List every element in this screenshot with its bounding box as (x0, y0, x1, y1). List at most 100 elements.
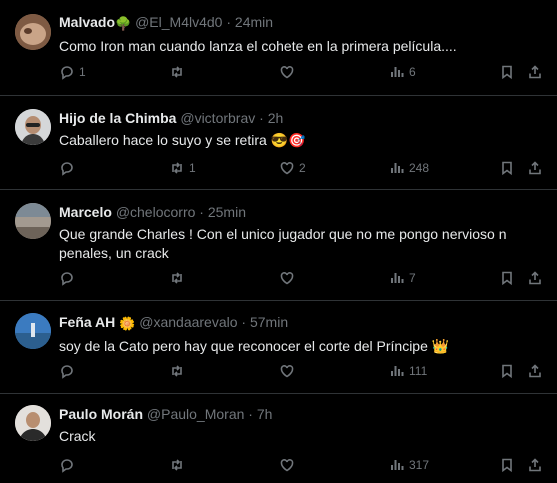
like-button[interactable] (279, 457, 299, 473)
separator-dot: · (241, 314, 247, 330)
views-button[interactable]: 248 (389, 160, 429, 176)
avatar[interactable] (15, 109, 51, 145)
tweet-text: Caballero hace lo suyo y se retira 😎🎯 (59, 132, 306, 148)
bookmark-button[interactable] (499, 457, 515, 473)
views-icon (391, 366, 404, 376)
share-icon (529, 271, 541, 285)
tweet[interactable]: Paulo Morán @Paulo_Moran · 7h Crack 317 (0, 394, 557, 483)
bookmark-button[interactable] (499, 160, 515, 176)
retweet-icon (172, 365, 182, 377)
tweet-text: soy de la Cato pero hay que reconocer el… (59, 338, 450, 354)
view-count: 7 (409, 271, 416, 285)
retweet-icon (172, 272, 182, 284)
heart-icon (280, 272, 294, 285)
share-button[interactable] (527, 457, 543, 473)
share-button[interactable] (527, 64, 543, 80)
tweet[interactable]: Marcelo @chelocorro · 25min Que grande C… (0, 190, 557, 301)
bookmark-icon (502, 458, 512, 473)
heart-icon (280, 365, 294, 378)
retweet-count: 1 (189, 161, 196, 175)
share-button[interactable] (527, 160, 543, 176)
view-count: 317 (409, 458, 430, 472)
reply-icon (61, 272, 73, 286)
reply-button[interactable] (59, 160, 79, 176)
avatar[interactable] (15, 203, 51, 239)
retweet-button[interactable] (169, 457, 189, 473)
heart-icon (280, 162, 294, 175)
retweet-button[interactable] (169, 270, 189, 286)
like-button[interactable]: 2 (279, 160, 306, 176)
views-button[interactable]: 6 (389, 64, 416, 80)
share-icon (529, 458, 541, 472)
reply-button[interactable]: 1 (59, 64, 86, 80)
tweet[interactable]: Hijo de la Chimba @victorbrav · 2h Cabal… (0, 96, 557, 190)
views-icon (391, 163, 404, 173)
author-name[interactable]: Malvado (59, 14, 115, 30)
retweet-icon (172, 459, 182, 471)
reply-count: 1 (79, 65, 86, 79)
views-icon (391, 67, 404, 77)
retweet-button[interactable]: 1 (169, 160, 196, 176)
separator-dot: · (248, 406, 253, 422)
retweet-icon (172, 66, 182, 78)
bookmark-icon (502, 364, 512, 379)
share-button[interactable] (527, 363, 543, 379)
share-icon (529, 65, 541, 79)
views-button[interactable]: 7 (389, 270, 416, 286)
separator-dot: · (226, 14, 232, 30)
author-handle[interactable]: @victorbrav (180, 110, 255, 126)
separator-dot: · (199, 204, 204, 220)
share-icon (529, 364, 541, 378)
bookmark-icon (502, 65, 512, 80)
bookmark-button[interactable] (499, 363, 515, 379)
name-emoji: 🌼 (119, 316, 136, 331)
author-handle[interactable]: @chelocorro (116, 204, 196, 220)
retweet-button[interactable] (169, 363, 189, 379)
reply-feed: Malvado🌳 @El_M4lv4d0 · 24min Como Iron m… (0, 0, 557, 483)
views-button[interactable]: 317 (389, 457, 429, 473)
views-icon (391, 273, 404, 283)
reply-icon (61, 365, 73, 379)
avatar[interactable] (15, 405, 51, 441)
view-count: 111 (409, 364, 428, 378)
bookmark-icon (502, 271, 512, 286)
author-name[interactable]: Paulo Morán (59, 406, 143, 422)
views-button[interactable]: 111 (389, 363, 427, 379)
reply-icon (61, 459, 73, 473)
like-button[interactable] (279, 270, 299, 286)
tweet-text: Crack (59, 428, 96, 444)
author-handle[interactable]: @El_M4lv4d0 (135, 14, 222, 30)
bookmark-button[interactable] (499, 270, 515, 286)
author-handle[interactable]: @xandaarevalo (139, 314, 237, 330)
reply-icon (61, 66, 73, 80)
reply-button[interactable] (59, 457, 79, 473)
retweet-button[interactable] (169, 64, 189, 80)
retweet-icon (172, 162, 182, 174)
reply-button[interactable] (59, 270, 79, 286)
author-handle[interactable]: @Paulo_Moran (147, 406, 245, 422)
author-name[interactable]: Feña AH (59, 314, 115, 330)
tweet[interactable]: Malvado🌳 @El_M4lv4d0 · 24min Como Iron m… (0, 0, 557, 96)
timestamp[interactable]: 7h (257, 406, 273, 422)
tweet-text: Como Iron man cuando lanza el cohete en … (59, 38, 457, 54)
timestamp[interactable]: 2h (268, 110, 284, 126)
tweet-text: Que grande Charles ! Con el unico jugado… (59, 226, 507, 261)
reply-button[interactable] (59, 363, 79, 379)
reply-icon (61, 162, 73, 176)
avatar[interactable] (15, 14, 51, 50)
tweet[interactable]: Feña AH 🌼 @xandaarevalo · 57min soy de l… (0, 301, 557, 394)
timestamp[interactable]: 24min (235, 14, 273, 30)
heart-icon (280, 66, 294, 79)
share-icon (529, 161, 541, 175)
timestamp[interactable]: 57min (250, 314, 288, 330)
bookmark-button[interactable] (499, 64, 515, 80)
bookmark-icon (502, 161, 512, 176)
like-button[interactable] (279, 64, 299, 80)
timestamp[interactable]: 25min (208, 204, 246, 220)
views-icon (391, 460, 404, 470)
share-button[interactable] (527, 270, 543, 286)
avatar[interactable] (15, 313, 51, 349)
author-name[interactable]: Marcelo (59, 204, 112, 220)
author-name[interactable]: Hijo de la Chimba (59, 110, 176, 126)
like-button[interactable] (279, 363, 299, 379)
